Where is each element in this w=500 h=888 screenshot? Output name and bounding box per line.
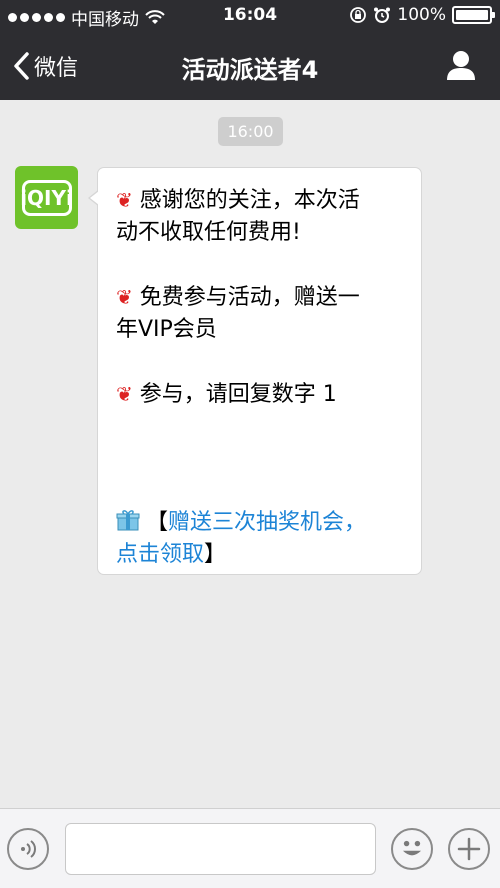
profile-button[interactable] bbox=[444, 48, 478, 82]
back-label: 微信 bbox=[34, 56, 79, 81]
smiley-icon bbox=[402, 840, 422, 856]
message-line: ❦ 免费参与活动，赠送一 bbox=[116, 285, 360, 310]
message-spacer bbox=[116, 249, 403, 281]
battery-percent: 100% bbox=[397, 5, 446, 25]
message-line: 年VIP会员 bbox=[116, 317, 217, 342]
gift-link-line[interactable]: 【赠送三次抽奖机会， bbox=[116, 507, 403, 539]
plus-icon bbox=[457, 837, 481, 861]
status-bar: 中国移动 16:04 100% bbox=[0, 0, 500, 32]
message-timestamp: 16:00 bbox=[218, 117, 283, 146]
gift-icon bbox=[116, 510, 140, 531]
iqiyi-logo: iQIYi bbox=[20, 179, 73, 216]
emoji-button[interactable] bbox=[391, 828, 433, 870]
claim-link[interactable]: 点击领取 bbox=[116, 542, 204, 567]
back-button[interactable]: 微信 bbox=[12, 50, 78, 82]
link-bracket-close: 】 bbox=[204, 542, 227, 567]
link-bracket-open: 【 bbox=[146, 510, 169, 535]
voice-icon bbox=[21, 840, 36, 858]
gift-link-line[interactable]: 点击领取】 bbox=[116, 539, 403, 571]
message-spacer bbox=[116, 346, 403, 378]
rose-icon: ❦ bbox=[116, 285, 133, 309]
message-spacer bbox=[116, 411, 403, 507]
message-input[interactable] bbox=[65, 823, 376, 875]
voice-button[interactable] bbox=[7, 828, 49, 870]
person-icon bbox=[447, 51, 475, 80]
rose-icon: ❦ bbox=[116, 382, 133, 406]
message-line: ❦ 参与，请回复数字 1 bbox=[116, 382, 337, 407]
battery-icon bbox=[452, 6, 495, 24]
chevron-left-icon bbox=[14, 52, 29, 80]
lottery-link[interactable]: 赠送三次抽奖机会， bbox=[168, 510, 366, 535]
rotation-lock-icon bbox=[350, 7, 367, 23]
message-line: ❦ 感谢您的关注，本次活 bbox=[116, 188, 360, 213]
message-bubble[interactable]: ❦ 感谢您的关注，本次活 动不收取任何费用! ❦ 免费参与活动，赠送一 年VIP… bbox=[88, 167, 422, 575]
nav-bar: 活动派送者4 微信 bbox=[0, 32, 500, 100]
rose-icon: ❦ bbox=[116, 188, 133, 212]
alarm-icon bbox=[374, 7, 391, 23]
avatar[interactable]: iQIYi bbox=[15, 166, 78, 229]
input-bar bbox=[0, 808, 500, 888]
plus-button[interactable] bbox=[448, 828, 490, 870]
message-line: 动不收取任何费用! bbox=[116, 220, 301, 245]
